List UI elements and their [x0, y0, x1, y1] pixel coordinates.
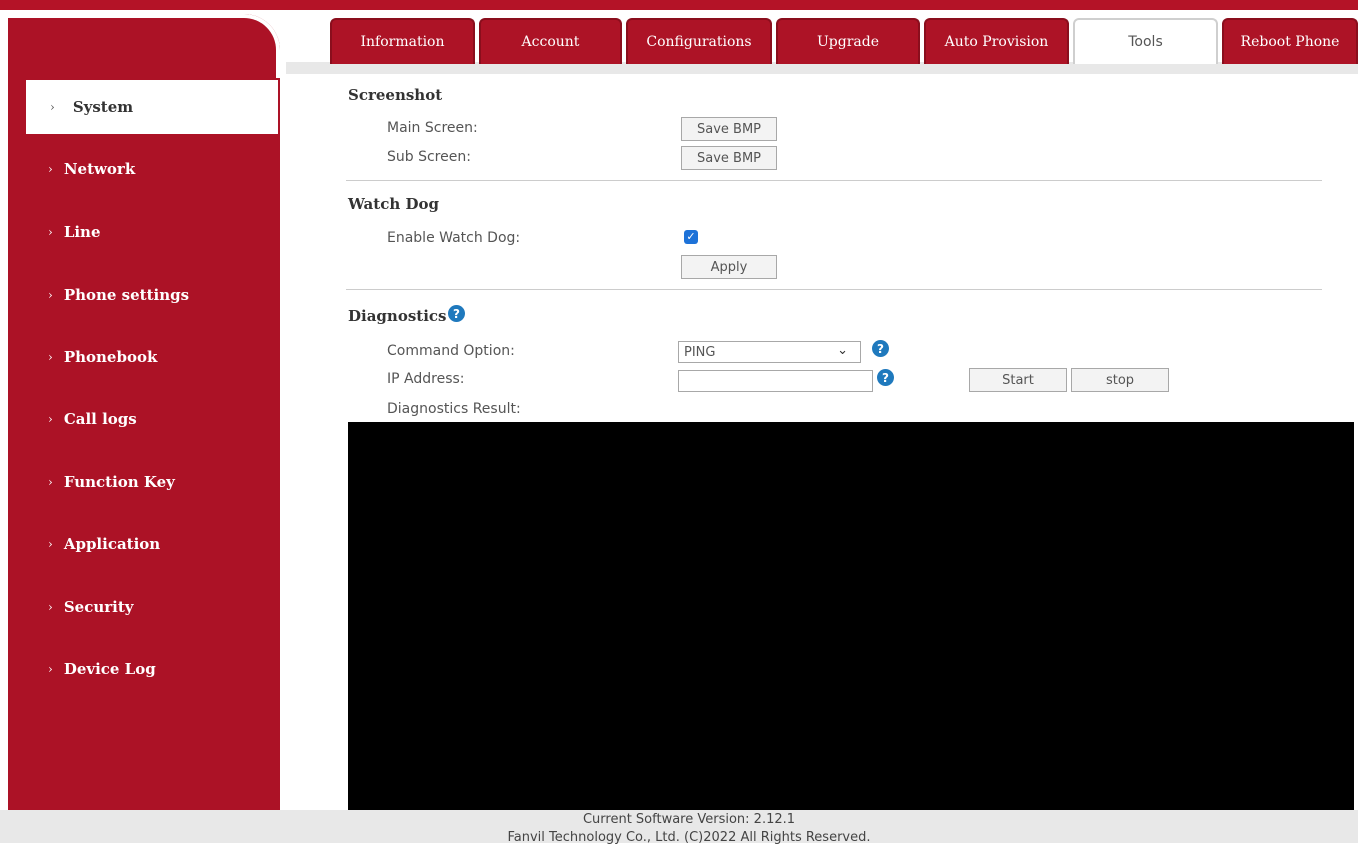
section-divider: [346, 180, 1322, 181]
sidebar-header: [8, 14, 280, 78]
sidebar-item-label: Call logs: [63, 410, 137, 428]
sidebar-item-system[interactable]: › System: [26, 80, 278, 134]
sidebar-item-phone-settings[interactable]: › Phone settings: [8, 268, 280, 322]
sidebar-item-application[interactable]: › Application: [8, 517, 280, 571]
sidebar-item-security[interactable]: › Security: [8, 580, 280, 634]
footer: Current Software Version: 2.12.1 Fanvil …: [0, 810, 1358, 845]
start-button[interactable]: Start: [969, 368, 1067, 392]
command-option-label: Command Option:: [387, 343, 515, 359]
chevron-right-icon: ›: [48, 662, 53, 676]
sidebar-item-network[interactable]: › Network: [8, 142, 280, 196]
sidebar-item-call-logs[interactable]: › Call logs: [8, 392, 280, 446]
stop-button[interactable]: stop: [1071, 368, 1169, 392]
chevron-right-icon: ›: [48, 537, 53, 551]
diagnostics-result-label: Diagnostics Result:: [387, 401, 521, 417]
sub-screen-label: Sub Screen:: [387, 149, 471, 165]
sidebar-item-label: Phone settings: [63, 286, 190, 304]
tab-tools[interactable]: Tools: [1073, 18, 1218, 64]
tab-upgrade[interactable]: Upgrade: [776, 18, 920, 64]
command-option-value: PING: [684, 344, 716, 360]
checkmark-icon: ✓: [686, 230, 696, 243]
enable-watchdog-label: Enable Watch Dog:: [387, 230, 521, 246]
tab-configurations[interactable]: Configurations: [626, 18, 772, 64]
sidebar-item-label: Network: [63, 160, 136, 178]
ip-address-label: IP Address:: [387, 371, 465, 387]
diagnostics-result-output[interactable]: [348, 422, 1354, 812]
tab-auto-provision[interactable]: Auto Provision: [924, 18, 1069, 64]
top-brand-strip: [0, 0, 1358, 10]
sidebar-item-label: Application: [63, 535, 161, 553]
chevron-right-icon: ›: [50, 100, 55, 114]
sidebar-item-label: System: [72, 98, 134, 116]
software-version: Current Software Version: 2.12.1: [582, 812, 796, 827]
sidebar: › System › Network › Line › Phone settin…: [8, 14, 280, 810]
question-circle-icon[interactable]: ?: [448, 305, 465, 322]
tab-reboot-phone[interactable]: Reboot Phone: [1222, 18, 1358, 64]
chevron-down-icon: ⌄: [837, 343, 848, 358]
sidebar-item-line[interactable]: › Line: [8, 205, 280, 259]
tab-account[interactable]: Account: [479, 18, 622, 64]
page-margin: [0, 0, 8, 843]
save-sub-screen-button[interactable]: Save BMP: [681, 146, 777, 170]
chevron-right-icon: ›: [48, 162, 53, 176]
main-screen-label: Main Screen:: [387, 120, 478, 136]
sidebar-item-device-log[interactable]: › Device Log: [8, 642, 280, 696]
chevron-right-icon: ›: [48, 600, 53, 614]
sidebar-item-function-key[interactable]: › Function Key: [8, 455, 280, 509]
sidebar-item-label: Function Key: [63, 473, 175, 491]
diagnostics-section-title: Diagnostics: [348, 307, 447, 325]
watchdog-section-title: Watch Dog: [348, 195, 439, 213]
sidebar-item-label: Security: [63, 598, 134, 616]
apply-button[interactable]: Apply: [681, 255, 777, 279]
enable-watchdog-checkbox[interactable]: ✓: [684, 230, 698, 244]
screenshot-section-title: Screenshot: [348, 86, 443, 104]
chevron-right-icon: ›: [48, 475, 53, 489]
sidebar-item-label: Phonebook: [63, 348, 158, 366]
chevron-right-icon: ›: [48, 350, 53, 364]
sidebar-item-label: Line: [63, 223, 101, 241]
question-circle-icon[interactable]: ?: [872, 340, 889, 357]
save-main-screen-button[interactable]: Save BMP: [681, 117, 777, 141]
sidebar-item-phonebook[interactable]: › Phonebook: [8, 330, 280, 384]
command-option-select[interactable]: PING ⌄: [678, 341, 861, 363]
question-circle-icon[interactable]: ?: [877, 369, 894, 386]
chevron-right-icon: ›: [48, 412, 53, 426]
tab-information[interactable]: Information: [330, 18, 475, 64]
ip-address-input[interactable]: [678, 370, 873, 392]
chevron-right-icon: ›: [48, 288, 53, 302]
section-divider: [346, 289, 1322, 290]
chevron-right-icon: ›: [48, 225, 53, 239]
sidebar-item-label: Device Log: [63, 660, 156, 678]
